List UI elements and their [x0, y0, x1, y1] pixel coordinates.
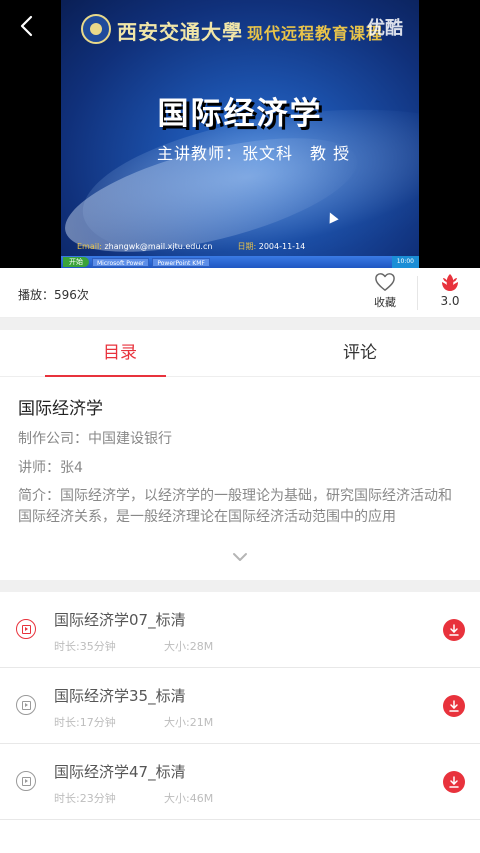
episode-duration: 时长:17分钟 — [54, 716, 116, 729]
intro-value: 国际经济学，以经济学的一般理论为基础，研究国际经济活动和国际经济关系，是一般经济… — [18, 488, 452, 525]
tab-bar: 目录 评论 — [0, 330, 480, 377]
play-count: 播放：596次 — [18, 288, 89, 302]
heart-outline-icon — [375, 273, 395, 291]
rating: 3.0 — [422, 272, 478, 316]
rating-value: 3.0 — [440, 294, 460, 308]
episode-title: 国际经济学07_标清 — [54, 611, 186, 629]
video-course-title: 国际经济学 — [157, 96, 323, 132]
flower-icon — [442, 274, 458, 291]
episode-list: 国际经济学07_标清 时长:35分钟 大小:28M 国际经济学35_标清 时长:… — [0, 592, 480, 820]
back-arrow-icon — [20, 15, 33, 37]
section-divider — [0, 580, 480, 592]
course-description: 国际经济学 制作公司：中国建设银行 讲师：张4 简介：国际经济学，以经济学的一般… — [0, 378, 480, 580]
episode-size: 大小:46M — [164, 792, 214, 805]
episode-title: 国际经济学35_标清 — [54, 687, 186, 705]
taskbar-clock: 10:00 — [391, 256, 419, 268]
video-frame[interactable]: 西安交通大學 现代远程教育课程 优酷 国际经济学 主讲教师：张文科 教 授 Em… — [61, 0, 419, 268]
course-title: 国际经济学 — [18, 399, 103, 419]
episode-size: 大小:21M — [164, 716, 214, 729]
intro-label: 简介： — [18, 488, 60, 504]
episode-duration: 时长:35分钟 — [54, 640, 116, 653]
chevron-down-icon — [233, 553, 247, 561]
video-play-icon — [16, 771, 36, 791]
lecturer-value: 张4 — [60, 460, 83, 476]
download-button[interactable] — [443, 619, 465, 641]
video-play-icon — [16, 695, 36, 715]
video-play-icon — [16, 619, 36, 639]
video-player[interactable]: 西安交通大學 现代远程教育课程 优酷 国际经济学 主讲教师：张文科 教 授 Em… — [0, 0, 480, 268]
download-icon — [449, 700, 459, 712]
company-value: 中国建设银行 — [88, 431, 172, 447]
program-title: 现代远程教育课程 — [247, 24, 384, 43]
email-value: zhangwk@mail.xjtu.edu.cn — [104, 242, 213, 251]
date-value: 2004-11-14 — [258, 242, 306, 251]
section-divider — [0, 318, 480, 330]
university-name: 西安交通大學 — [117, 20, 243, 44]
favorite-label: 收藏 — [374, 296, 396, 309]
episode-title: 国际经济学47_标清 — [54, 763, 186, 781]
episode-item[interactable]: 国际经济学47_标清 时长:23分钟 大小:46M — [0, 744, 480, 820]
expand-button[interactable] — [226, 548, 254, 566]
episode-size: 大小:28M — [164, 640, 214, 653]
stats-bar: 播放：596次 收藏 3.0 — [0, 268, 480, 318]
tab-comments[interactable]: 评论 — [240, 330, 480, 376]
video-footer-info: Email: zhangwk@mail.xjtu.edu.cn 日期: 2004… — [77, 241, 305, 252]
lecturer-label: 讲师： — [18, 460, 60, 476]
taskbar-item: Microsoft Power — [92, 257, 150, 267]
video-teacher-line: 主讲教师：张文科 教 授 — [157, 144, 351, 163]
lecturer-row: 讲师：张4 — [18, 457, 462, 477]
university-logo — [81, 14, 111, 44]
email-label: Email: — [77, 242, 102, 251]
youku-watermark: 优酷 — [367, 18, 403, 39]
tab-catalog[interactable]: 目录 — [0, 330, 240, 377]
episode-item[interactable]: 国际经济学07_标清 时长:35分钟 大小:28M — [0, 592, 480, 668]
download-icon — [449, 624, 459, 636]
taskbar-start: 开始 — [63, 257, 89, 267]
favorite-button[interactable]: 收藏 — [360, 272, 410, 316]
episode-item[interactable]: 国际经济学35_标清 时长:17分钟 大小:21M — [0, 668, 480, 744]
date-label: 日期: — [237, 242, 257, 251]
company-label: 制作公司： — [18, 431, 88, 447]
back-button[interactable] — [8, 8, 44, 44]
video-taskbar: 开始 Microsoft Power PowerPoint KMF 10:00 — [61, 256, 419, 268]
download-button[interactable] — [443, 695, 465, 717]
taskbar-item: PowerPoint KMF — [152, 257, 210, 267]
episode-duration: 时长:23分钟 — [54, 792, 116, 805]
company-row: 制作公司：中国建设银行 — [18, 428, 462, 448]
divider — [417, 276, 418, 310]
intro-text: 简介：国际经济学，以经济学的一般理论为基础，研究国际经济活动和国际经济关系，是一… — [18, 486, 462, 528]
download-button[interactable] — [443, 771, 465, 793]
download-icon — [449, 776, 459, 788]
